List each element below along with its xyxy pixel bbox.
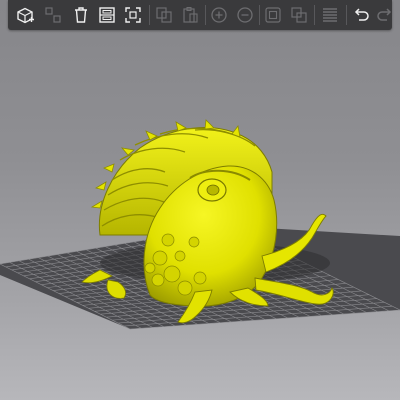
model[interactable] [81, 119, 334, 324]
paste-button[interactable] [177, 2, 203, 28]
delete-button[interactable] [68, 2, 94, 28]
arrange-icon [45, 7, 61, 23]
add-instance-button[interactable] [206, 2, 232, 28]
toolbar-separator [149, 5, 150, 25]
auto-orient-icon [125, 7, 141, 23]
auto-orient-button[interactable] [120, 2, 146, 28]
add-button[interactable] [12, 2, 38, 28]
paste-icon [183, 7, 198, 23]
copy-button[interactable] [151, 2, 177, 28]
remove-instance-button[interactable] [232, 2, 258, 28]
split-parts-button[interactable] [286, 2, 312, 28]
layout-icon [99, 7, 115, 23]
toolbar-separator [314, 5, 315, 25]
undo-icon [354, 8, 369, 21]
toolbar-separator [346, 5, 347, 25]
minus-circle-icon [237, 7, 253, 23]
slicer-window [0, 0, 400, 400]
trash-icon [75, 7, 87, 23]
layers-icon [323, 8, 337, 22]
3d-viewport[interactable] [0, 30, 400, 400]
redo-icon [377, 8, 392, 21]
toolbar [8, 0, 392, 30]
split-objects-button[interactable] [260, 2, 286, 28]
layers-button[interactable] [317, 2, 343, 28]
redo-button[interactable] [372, 2, 398, 28]
plus-circle-icon [211, 7, 227, 23]
copy-icon [156, 7, 172, 23]
split-parts-icon [291, 7, 307, 23]
undo-button[interactable] [348, 2, 374, 28]
scene-canvas[interactable] [0, 30, 400, 400]
arrange-button[interactable] [40, 2, 66, 28]
split-objects-icon [265, 7, 281, 23]
layout-button[interactable] [94, 2, 120, 28]
creature-eye [197, 178, 227, 202]
add-cube-icon [17, 7, 34, 24]
